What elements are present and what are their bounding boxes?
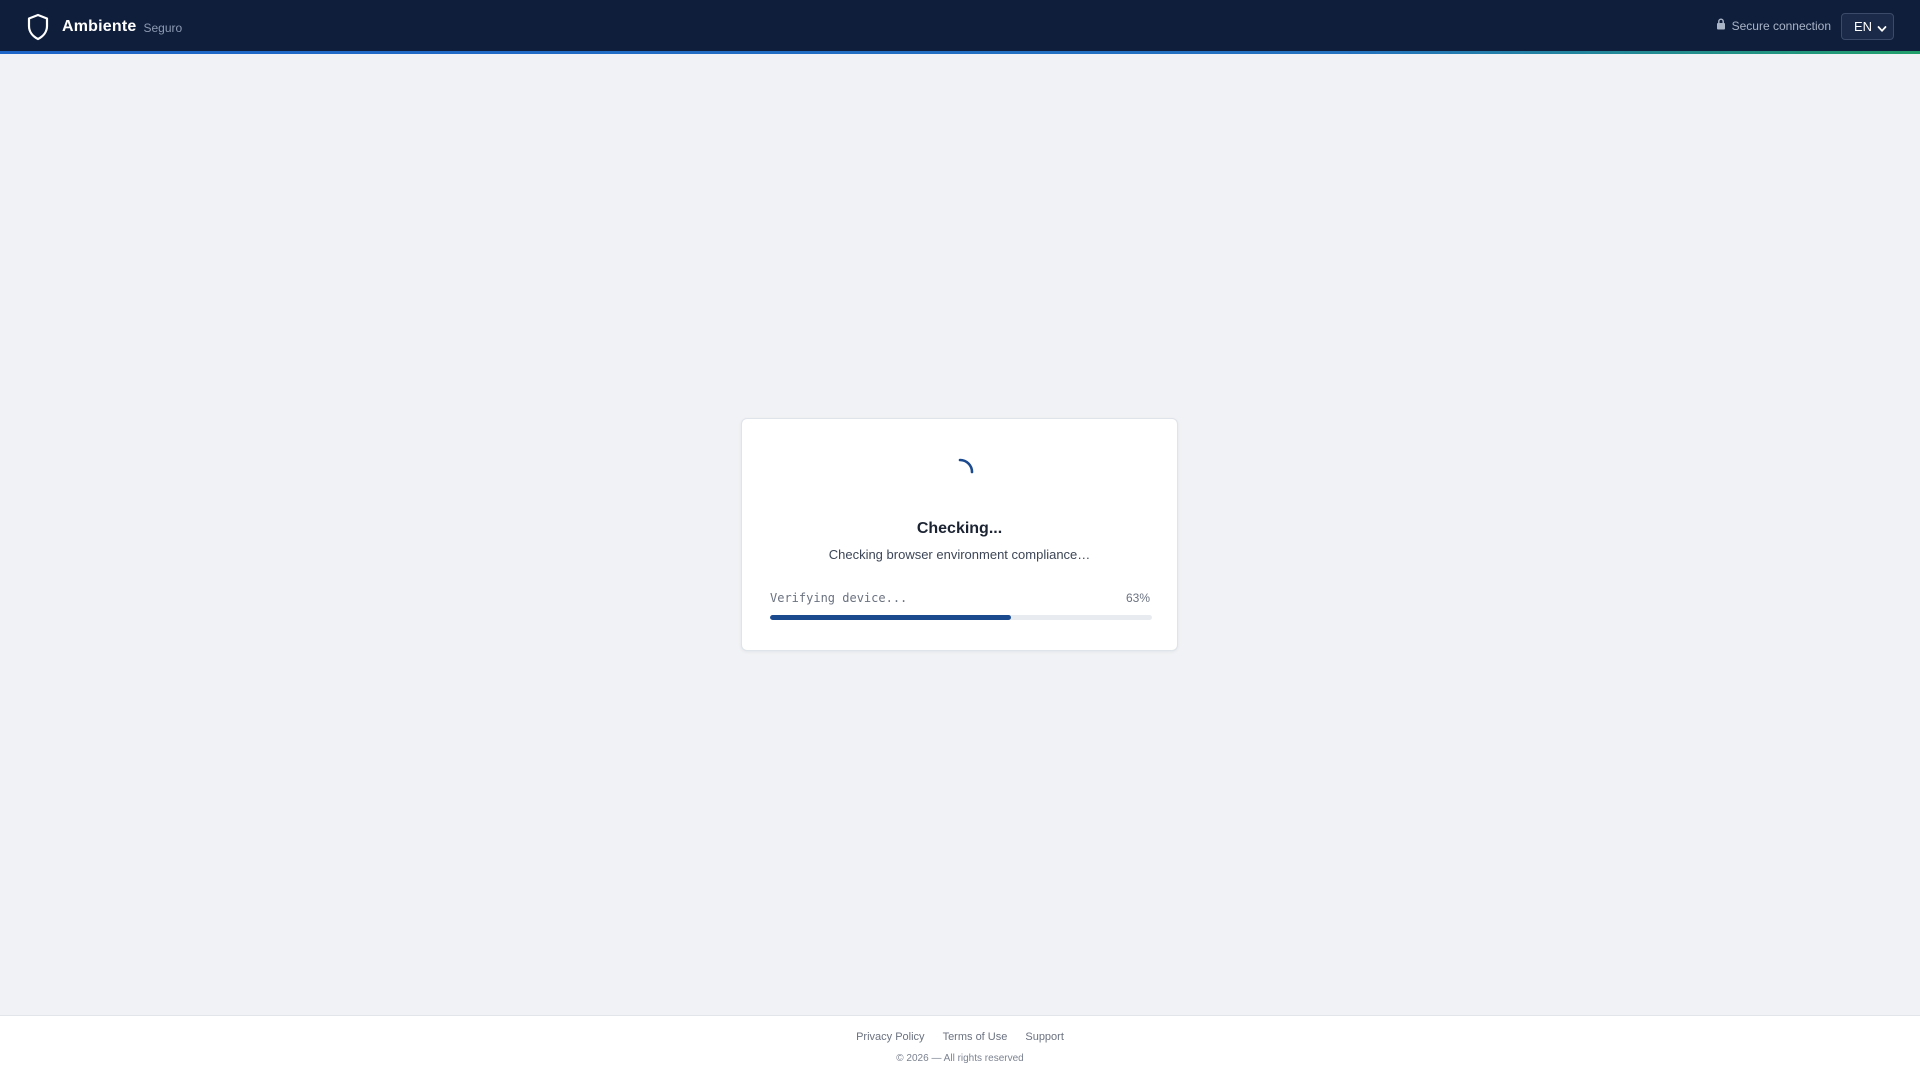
spinner-icon xyxy=(944,456,976,493)
progress-label: Verifying device... xyxy=(770,591,908,605)
copyright: © 2026 — All rights reserved xyxy=(896,1053,1024,1064)
status-description: Checking browser environment compliance… xyxy=(828,547,1091,562)
language-value: EN xyxy=(1854,19,1873,34)
secure-connection-indicator: Secure connection xyxy=(1716,18,1831,33)
progress-bar-fill xyxy=(770,615,1011,620)
footer-links: Privacy Policy Terms of Use Support xyxy=(0,1031,1920,1043)
brand[interactable]: Ambiente Seguro xyxy=(26,13,182,41)
verification-card: Checking... Checking browser environment… xyxy=(741,418,1178,651)
terms-of-use-link[interactable]: Terms of Use xyxy=(943,1031,1008,1043)
status-title: Checking... xyxy=(916,520,1003,537)
header-accent-line xyxy=(0,51,1920,54)
language-select[interactable]: EN xyxy=(1841,13,1894,40)
privacy-policy-link[interactable]: Privacy Policy xyxy=(856,1031,924,1043)
chevron-down-icon xyxy=(1877,22,1887,37)
shield-icon xyxy=(26,13,50,41)
brand-name: Ambiente xyxy=(62,18,137,35)
lock-icon xyxy=(1716,18,1732,33)
secure-connection-label: Secure connection xyxy=(1731,18,1831,33)
progress-bar xyxy=(770,615,1152,620)
footer: Privacy Policy Terms of Use Support © 20… xyxy=(0,1015,1920,1081)
support-link[interactable]: Support xyxy=(1025,1031,1064,1043)
top-bar: Ambiente Seguro Secure connection EN xyxy=(0,0,1920,51)
progress-percent: 63% xyxy=(1125,591,1150,605)
brand-subtitle: Seguro xyxy=(143,21,183,35)
